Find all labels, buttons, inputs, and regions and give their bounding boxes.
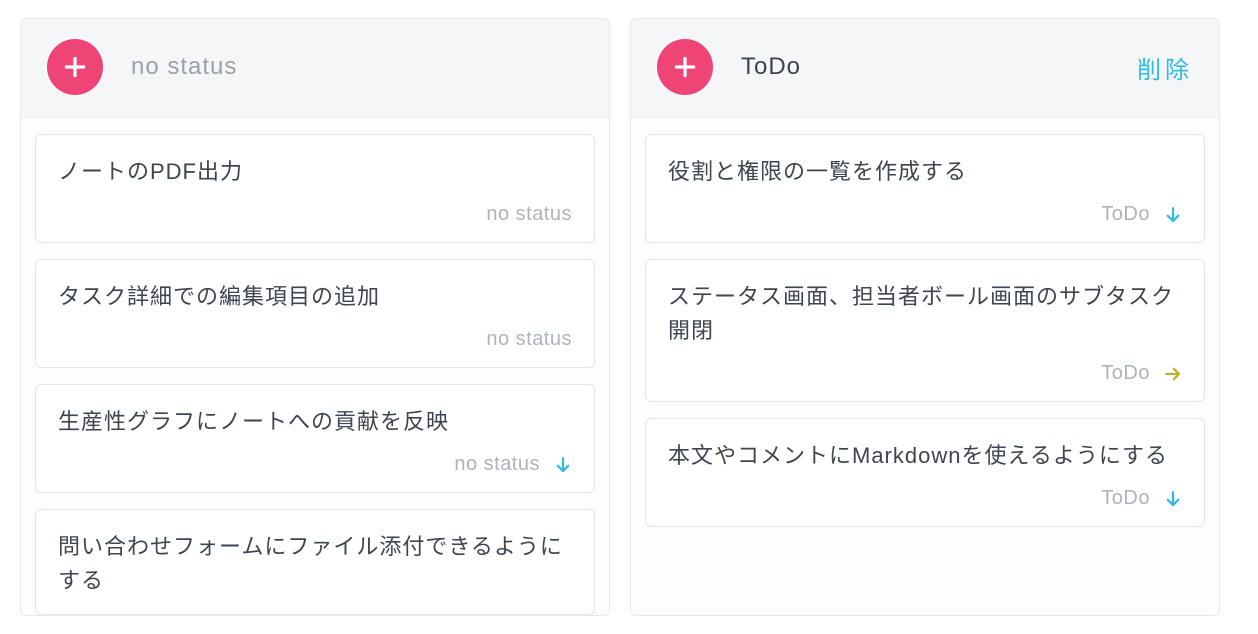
card-list: ノートのPDF出力 no status タスク詳細での編集項目の追加 no st…: [21, 118, 609, 615]
add-card-button[interactable]: [657, 39, 713, 95]
task-footer: ToDo: [668, 203, 1182, 226]
task-status: no status: [486, 328, 572, 351]
task-title: 生産性グラフにノートへの貢献を反映: [58, 405, 572, 439]
arrow-right-icon: [1164, 364, 1182, 384]
column-header: ToDo 削除: [631, 19, 1219, 118]
task-footer: ToDo: [668, 362, 1182, 385]
column-title: ToDo: [741, 53, 801, 81]
kanban-board: no status ノートのPDF出力 no status タスク詳細での編集項…: [0, 0, 1258, 634]
task-status: ToDo: [1101, 203, 1150, 226]
task-card[interactable]: ステータス画面、担当者ボール画面のサブタスク開閉 ToDo: [645, 259, 1205, 402]
task-title: ノートのPDF出力: [58, 155, 572, 189]
task-footer: ToDo: [668, 487, 1182, 510]
plus-icon: [672, 54, 698, 80]
arrow-down-icon: [554, 455, 572, 475]
column-no-status: no status ノートのPDF出力 no status タスク詳細での編集項…: [20, 18, 610, 616]
task-title: タスク詳細での編集項目の追加: [58, 280, 572, 314]
task-title: 役割と権限の一覧を作成する: [668, 155, 1182, 189]
arrow-down-icon: [1164, 489, 1182, 509]
task-card[interactable]: 生産性グラフにノートへの貢献を反映 no status: [35, 384, 595, 493]
task-title: 本文やコメントにMarkdownを使えるようにする: [668, 439, 1182, 473]
task-status: no status: [486, 203, 572, 226]
task-card[interactable]: 本文やコメントにMarkdownを使えるようにする ToDo: [645, 418, 1205, 527]
column-title: no status: [131, 53, 237, 81]
task-footer: no status: [58, 328, 572, 351]
task-card[interactable]: 問い合わせフォームにファイル添付できるようにする: [35, 509, 595, 615]
task-footer: no status: [58, 453, 572, 476]
task-card[interactable]: ノートのPDF出力 no status: [35, 134, 595, 243]
delete-column-link[interactable]: 削除: [1137, 50, 1193, 85]
card-list: 役割と権限の一覧を作成する ToDo ステータス画面、担当者ボール画面のサブタス…: [631, 118, 1219, 527]
task-card[interactable]: 役割と権限の一覧を作成する ToDo: [645, 134, 1205, 243]
task-title: 問い合わせフォームにファイル添付できるようにする: [58, 530, 572, 598]
task-card[interactable]: タスク詳細での編集項目の追加 no status: [35, 259, 595, 368]
plus-icon: [62, 54, 88, 80]
column-header: no status: [21, 19, 609, 118]
add-card-button[interactable]: [47, 39, 103, 95]
column-todo: ToDo 削除 役割と権限の一覧を作成する ToDo ステータス画面、担当者ボー…: [630, 18, 1220, 616]
task-status: ToDo: [1101, 362, 1150, 385]
task-footer: no status: [58, 203, 572, 226]
task-title: ステータス画面、担当者ボール画面のサブタスク開閉: [668, 280, 1182, 348]
task-status: ToDo: [1101, 487, 1150, 510]
task-status: no status: [454, 453, 540, 476]
arrow-down-icon: [1164, 205, 1182, 225]
